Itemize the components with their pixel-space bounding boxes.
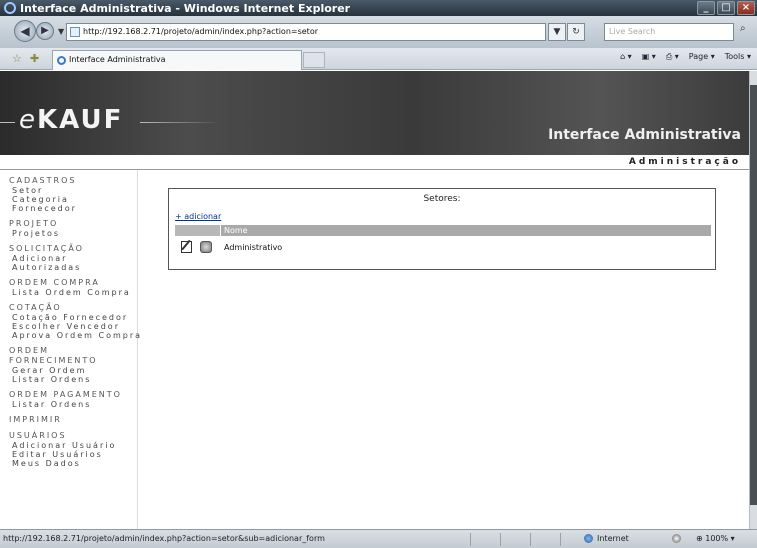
menu-section-projeto: PROJETO: [9, 219, 59, 228]
add-setor-link[interactable]: + adicionar: [175, 212, 221, 221]
edit-icon[interactable]: [181, 241, 192, 253]
menu-section-cotacao: COTAÇÃO: [9, 303, 62, 312]
command-bar: ⌂ ▾ ▣ ▾ ⎙ ▾ Page ▾ Tools ▾: [620, 52, 751, 62]
menu-item-aprova-ordem-compra[interactable]: Aprova Ordem Compra: [0, 331, 140, 340]
window-title-bar: Interface Administrativa - Windows Inter…: [0, 0, 757, 16]
site-header: eKAUF Interface Administrativa: [0, 71, 749, 155]
search-input[interactable]: Live Search: [604, 23, 734, 41]
menu-section-imprimir[interactable]: IMPRIMIR: [0, 415, 137, 425]
menu-item-adicionar-usuario[interactable]: Adicionar Usuário: [0, 441, 137, 450]
table-row: Administrativo: [175, 239, 711, 255]
menu-item-fornecedor[interactable]: Fornecedor: [0, 204, 137, 213]
minimize-button[interactable]: _: [697, 1, 715, 15]
protected-mode-icon: [672, 534, 681, 543]
scrollbar-thumb[interactable]: [750, 85, 757, 505]
address-dropdown-button[interactable]: ▼: [548, 23, 566, 41]
navigation-bar: ◀ ▶ ▼ http://192.168.2.71/projeto/admin/…: [0, 16, 757, 48]
feeds-button[interactable]: ▣ ▾: [642, 52, 656, 62]
tab-interface-administrativa[interactable]: Interface Administrativa: [52, 50, 302, 70]
back-button[interactable]: ◀: [14, 20, 36, 42]
menu-item-listar-ordens-pagamento[interactable]: Listar Ordens: [0, 400, 137, 409]
row-nome: Administrativo: [224, 242, 283, 252]
header-title: Interface Administrativa: [548, 127, 741, 143]
ekauf-logo: eKAUF: [19, 105, 124, 135]
admin-label: Administração: [628, 157, 741, 167]
setores-panel: Setores: + adicionar Nome Administrativo: [168, 188, 716, 270]
ie-tab-icon: [57, 56, 66, 65]
address-bar[interactable]: http://192.168.2.71/projeto/admin/index.…: [66, 23, 546, 41]
menu-item-listar-ordens[interactable]: Listar Ordens: [0, 375, 137, 384]
address-url: http://192.168.2.71/projeto/admin/index.…: [83, 27, 318, 36]
menu-section-cadastros: CADASTROS: [9, 176, 77, 185]
admin-subbar: Administração: [0, 155, 749, 170]
menu-section-ordem-pagamento: ORDEM PAGAMENTO: [9, 390, 122, 399]
recent-pages-dropdown[interactable]: ▼: [58, 27, 64, 36]
setores-table: Nome Administrativo: [175, 225, 711, 255]
refresh-button[interactable]: ↻: [567, 23, 585, 41]
security-zone: Internet: [584, 534, 629, 543]
menu-item-cotacao-fornecedor[interactable]: Cotação Fornecedor: [0, 313, 137, 322]
page-viewport: eKAUF Interface Administrativa Administr…: [0, 71, 749, 529]
menu-item-setor[interactable]: Setor: [0, 186, 137, 195]
menu-section-solicitacao: SOLICITAÇÃO: [9, 244, 84, 253]
vertical-scrollbar[interactable]: [749, 71, 757, 529]
home-button[interactable]: ⌂ ▾: [620, 52, 632, 62]
menu-section-ordem-compra: ORDEM COMPRA: [9, 278, 100, 287]
favorites-star-icon[interactable]: ☆: [12, 52, 22, 65]
menu-section-ordem-fornecimento: ORDEM FORNECIMENTO: [9, 346, 98, 365]
print-button[interactable]: ⎙ ▾: [666, 52, 679, 62]
window-title: Interface Administrativa - Windows Inter…: [20, 1, 351, 15]
menu-item-projetos[interactable]: Projetos: [0, 229, 137, 238]
menu-item-categoria[interactable]: Categoria: [0, 195, 137, 204]
menu-item-escolher-vencedor[interactable]: Escolher Vencedor: [0, 322, 137, 331]
page-icon: [70, 27, 80, 37]
maximize-button[interactable]: □: [717, 1, 735, 15]
menu-item-editar-usuarios[interactable]: Editar Usuários: [0, 450, 137, 459]
ie-logo-icon: [4, 2, 16, 14]
close-button[interactable]: ×: [737, 1, 755, 15]
new-tab-button[interactable]: [303, 52, 325, 68]
tab-title: Interface Administrativa: [69, 55, 166, 64]
tools-menu[interactable]: Tools ▾: [725, 52, 751, 62]
status-url: http://192.168.2.71/projeto/admin/index.…: [3, 534, 325, 543]
menu-item-lista-ordem-compra[interactable]: Lista Ordem Compra: [0, 288, 137, 297]
forward-button[interactable]: ▶: [36, 22, 54, 40]
add-favorite-icon[interactable]: ✚: [30, 52, 39, 65]
menu-item-adicionar[interactable]: Adicionar: [0, 254, 137, 263]
globe-icon: [584, 534, 593, 543]
menu-item-autorizadas[interactable]: Autorizadas: [0, 263, 137, 272]
menu-item-gerar-ordem[interactable]: Gerar Ordem: [0, 366, 137, 375]
column-header-nome: Nome: [221, 225, 711, 236]
tab-bar: ☆ ✚ Interface Administrativa ⌂ ▾ ▣ ▾ ⎙ ▾…: [0, 48, 757, 70]
delete-icon[interactable]: [200, 241, 212, 253]
menu-item-meus-dados[interactable]: Meus Dados: [0, 459, 137, 468]
zoom-control[interactable]: ⊕ 100% ▾: [696, 534, 735, 543]
panel-title: Setores:: [423, 194, 461, 204]
table-header: Nome: [175, 225, 711, 236]
page-menu[interactable]: Page ▾: [689, 52, 715, 62]
menu-section-usuarios: USUÁRIOS: [9, 431, 67, 440]
search-icon[interactable]: ⌕: [740, 23, 746, 34]
sidebar-menu: CADASTROS Setor Categoria Fornecedor PRO…: [0, 170, 140, 529]
status-bar: http://192.168.2.71/projeto/admin/index.…: [0, 529, 757, 548]
